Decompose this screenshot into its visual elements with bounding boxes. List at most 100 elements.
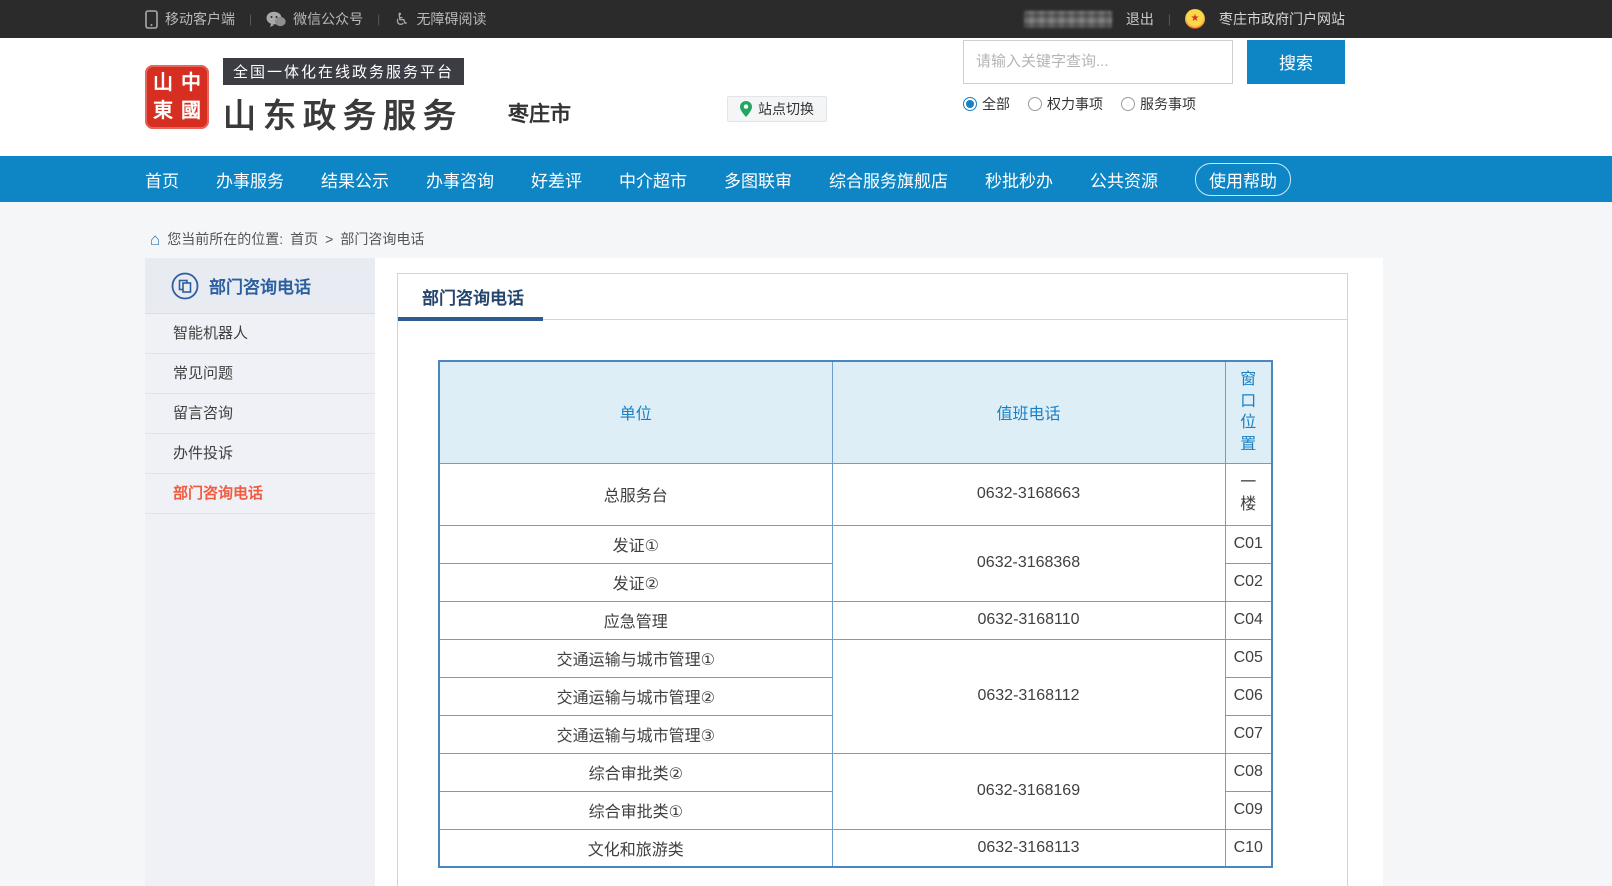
scope-radio-2[interactable]: 权力事项	[1028, 94, 1103, 114]
unit-cell: 应急管理	[439, 601, 832, 639]
phone-cell: 0632-3168113	[832, 829, 1225, 867]
phone-table: 单位值班电话窗 口 位 置 总服务台0632-3168663一 楼发证①0632…	[438, 360, 1273, 868]
unit-cell: 交通运输与城市管理②	[439, 677, 832, 715]
window-cell: C04	[1225, 601, 1272, 639]
logout-button[interactable]: 退出	[1126, 9, 1154, 29]
topbar-separator: |	[249, 12, 252, 26]
table-row: 综合审批类②0632-3168169C08	[439, 753, 1272, 791]
breadcrumb-current: 部门咨询电话	[340, 229, 424, 249]
seal-char: 中	[178, 70, 204, 96]
search-button[interactable]: 搜索	[1247, 40, 1345, 84]
wechat-icon	[266, 11, 286, 28]
tab-active-underline	[398, 317, 543, 321]
topbar-link-label: 移动客户端	[165, 9, 235, 29]
window-cell: C05	[1225, 639, 1272, 677]
nav-item-7[interactable]: 多图联审	[724, 167, 792, 192]
radio-unselected-icon[interactable]	[1028, 97, 1042, 111]
unit-cell: 交通运输与城市管理①	[439, 639, 832, 677]
nav-item-10[interactable]: 公共资源	[1090, 167, 1158, 192]
unit-cell: 发证②	[439, 563, 832, 601]
national-emblem-icon: ★	[1185, 9, 1205, 29]
unit-cell: 发证①	[439, 525, 832, 563]
window-cell: C02	[1225, 563, 1272, 601]
nav-item-2[interactable]: 办事服务	[216, 167, 284, 192]
search-input[interactable]	[963, 40, 1233, 84]
breadcrumb-prefix: 您当前所在的位置:	[167, 229, 283, 249]
breadcrumb-home-link[interactable]: 首页	[290, 229, 318, 249]
scope-radio-1[interactable]: 全部	[963, 94, 1010, 114]
phone-cell: 0632-3168663	[832, 463, 1225, 525]
search-scope-radios: 全部 权力事项 服务事项	[963, 94, 1345, 114]
scope-radio-3[interactable]: 服务事项	[1121, 94, 1196, 114]
sidebar-item-4[interactable]: 办件投诉	[145, 434, 375, 474]
unit-cell: 综合审批类①	[439, 791, 832, 829]
city-name: 枣庄市	[508, 98, 571, 128]
phone-cell: 0632-3168110	[832, 601, 1225, 639]
sidebar-item-2[interactable]: 常见问题	[145, 354, 375, 394]
breadcrumb: ⌂ 您当前所在的位置: 首页 > 部门咨询电话	[150, 229, 1612, 249]
radio-selected-icon[interactable]	[963, 97, 977, 111]
window-cell: C09	[1225, 791, 1272, 829]
nav-item-3[interactable]: 结果公示	[321, 167, 389, 192]
sidebar-title: 部门咨询电话	[209, 273, 311, 298]
scope-label: 全部	[982, 94, 1010, 114]
tab-bar: 部门咨询电话	[398, 274, 1347, 320]
nav-item-9[interactable]: 秒批秒办	[985, 167, 1053, 192]
table-header-col1: 单位	[439, 361, 832, 463]
nav-item-5[interactable]: 好差评	[531, 167, 582, 192]
table-header-col3: 窗 口 位 置	[1225, 361, 1272, 463]
accessibility-icon: ♿	[394, 11, 409, 28]
table-row: 交通运输与城市管理①0632-3168112C05	[439, 639, 1272, 677]
nav-item-1[interactable]: 首页	[145, 167, 179, 192]
nav-item-6[interactable]: 中介超市	[619, 167, 687, 192]
sidebar-item-5[interactable]: 部门咨询电话	[145, 474, 375, 514]
portal-link[interactable]: 枣庄市政府门户网站	[1219, 9, 1345, 29]
topbar: 移动客户端 | 微信公众号 | ♿无障碍阅读 退出 | ★ 枣庄市政府门户网站	[0, 0, 1612, 38]
unit-cell: 交通运输与城市管理③	[439, 715, 832, 753]
site-title: 山东政务服务	[223, 89, 464, 137]
scope-label: 权力事项	[1047, 94, 1103, 114]
window-cell: C01	[1225, 525, 1272, 563]
window-cell: C06	[1225, 677, 1272, 715]
phone-directory-icon	[171, 272, 199, 300]
main-wrapper: 部门咨询电话 智能机器人常见问题留言咨询办件投诉部门咨询电话 部门咨询电话 单位…	[145, 258, 1383, 886]
phone-cell: 0632-3168368	[832, 525, 1225, 601]
breadcrumb-separator: >	[325, 231, 333, 247]
seal-char: 東	[150, 98, 176, 124]
radio-unselected-icon[interactable]	[1121, 97, 1135, 111]
location-pin-icon	[740, 101, 752, 117]
scope-label: 服务事项	[1140, 94, 1196, 114]
shandong-seal-logo: 山中東國	[145, 65, 209, 129]
window-cell: C07	[1225, 715, 1272, 753]
topbar-separator: |	[1168, 12, 1171, 26]
topbar-links: 移动客户端 | 微信公众号 | ♿无障碍阅读	[145, 9, 487, 29]
unit-cell: 综合审批类②	[439, 753, 832, 791]
seal-char: 山	[150, 70, 176, 96]
nav-item-8[interactable]: 综合服务旗舰店	[829, 167, 948, 192]
home-icon: ⌂	[150, 231, 160, 248]
topbar-link-1[interactable]: 移动客户端	[145, 9, 235, 29]
brand-block: 全国一体化在线政务服务平台 山东政务服务	[223, 58, 464, 137]
phone-cell: 0632-3168169	[832, 753, 1225, 829]
site-header: 山中東國 全国一体化在线政务服务平台 山东政务服务 枣庄市 站点切换 搜索 全部…	[0, 38, 1612, 156]
table-row: 文化和旅游类0632-3168113C10	[439, 829, 1272, 867]
main-nav: 首页 办事服务 结果公示 办事咨询 好差评 中介超市 多图联审 综合服务旗舰店 秒批秒办 公共资源…	[0, 156, 1612, 202]
nav-item-4[interactable]: 办事咨询	[426, 167, 494, 192]
platform-badge: 全国一体化在线政务服务平台	[223, 58, 464, 85]
window-cell: 一 楼	[1225, 463, 1272, 525]
topbar-link-3[interactable]: ♿无障碍阅读	[394, 9, 486, 29]
sidebar-item-1[interactable]: 智能机器人	[145, 314, 375, 354]
unit-cell: 文化和旅游类	[439, 829, 832, 867]
tab-dept-phone[interactable]: 部门咨询电话	[422, 284, 524, 309]
site-switch-button[interactable]: 站点切换	[727, 96, 827, 122]
topbar-link-2[interactable]: 微信公众号	[266, 9, 363, 29]
sidebar: 部门咨询电话 智能机器人常见问题留言咨询办件投诉部门咨询电话	[145, 258, 375, 886]
sidebar-header: 部门咨询电话	[145, 258, 375, 314]
seal-char: 國	[178, 98, 204, 124]
unit-cell: 总服务台	[439, 463, 832, 525]
topbar-link-label: 微信公众号	[293, 9, 363, 29]
nav-help-button[interactable]: 使用帮助	[1195, 163, 1291, 196]
window-cell: C08	[1225, 753, 1272, 791]
topbar-separator: |	[377, 12, 380, 26]
sidebar-item-3[interactable]: 留言咨询	[145, 394, 375, 434]
